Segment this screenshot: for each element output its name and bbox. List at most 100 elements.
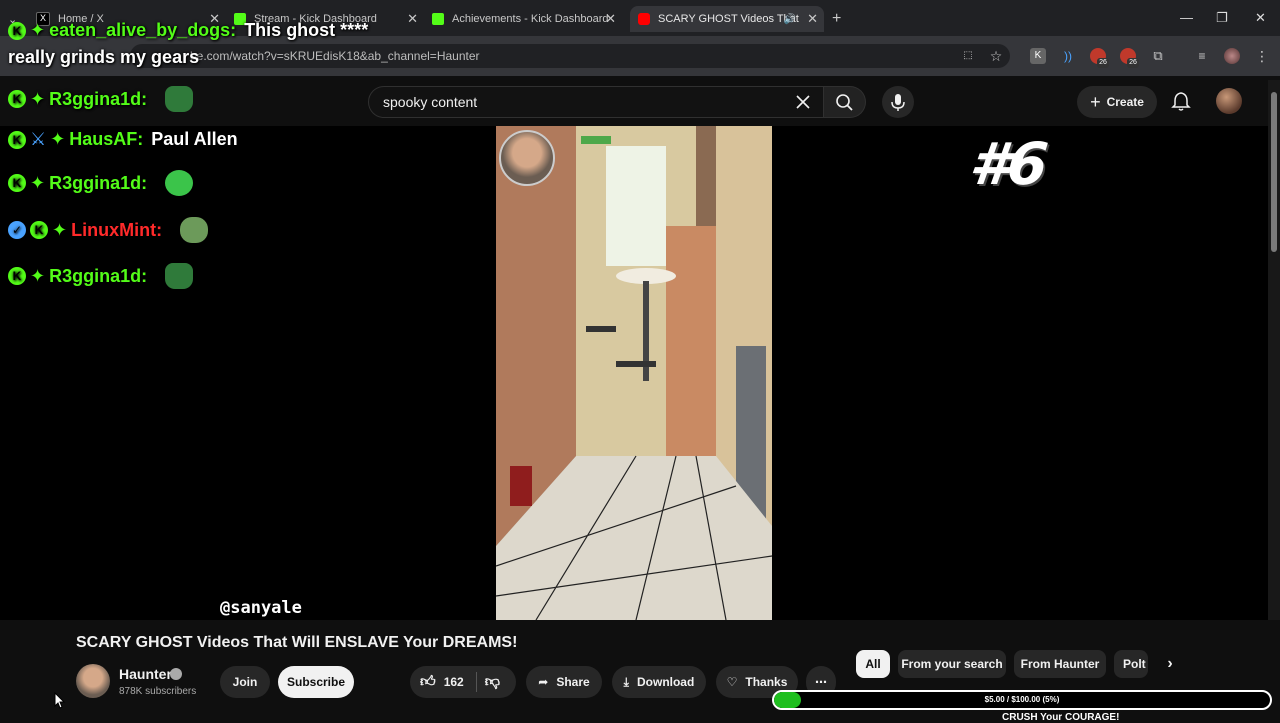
chat-username: R3ggina1d: — [49, 88, 148, 109]
url-text: be.com/watch?v=sKRUEdisK18&ab_channel=Ha… — [190, 49, 480, 63]
share-label: Share — [556, 675, 590, 689]
close-icon[interactable]: ✕ — [807, 11, 818, 27]
sword-badge-icon: ⚔ — [30, 129, 47, 149]
more-horizontal-icon: ⋯ — [815, 675, 827, 689]
video-frame[interactable] — [496, 126, 772, 620]
kick-badge-icon: K — [8, 174, 26, 192]
kick-badge-icon: K — [8, 21, 26, 40]
chat-text: Paul Allen — [151, 129, 238, 149]
chip-label: Polt — [1123, 657, 1146, 671]
kick-badge-icon: K — [30, 221, 48, 239]
bookmark-star-icon[interactable]: ☆ — [988, 48, 1004, 64]
video-channel-badge — [499, 130, 555, 186]
divider — [475, 672, 477, 692]
chat-username: R3ggina1d: — [49, 265, 148, 286]
chat-username: eaten_alive_by_dogs: — [49, 20, 237, 40]
frog-emote-icon — [165, 170, 194, 196]
chip-label: From Haunter — [1020, 657, 1100, 671]
chat-text: really grinds my gears — [8, 47, 200, 67]
notifications-bell-icon[interactable] — [1170, 90, 1192, 112]
share-button[interactable]: ➦ Share — [526, 666, 602, 698]
extension-badge-count: 26 — [1097, 58, 1109, 68]
new-tab-button[interactable]: + — [832, 6, 841, 32]
download-icon: ⤓ — [623, 674, 629, 689]
extension-audio-icon[interactable]: )) — [1060, 48, 1076, 64]
video-scene-illustration — [496, 126, 772, 620]
scrollbar-thumb[interactable] — [1271, 92, 1277, 252]
voice-search-button[interactable] — [882, 86, 914, 118]
verified-check-icon — [170, 668, 182, 680]
chip-polt[interactable]: Polt — [1114, 650, 1148, 678]
download-button[interactable]: ⤓ Download — [612, 666, 706, 698]
channel-name[interactable]: Haunter — [119, 666, 172, 682]
chat-message: K ✦ R3ggina1d: — [8, 86, 194, 112]
create-label: Create — [1106, 95, 1144, 109]
microphone-icon — [891, 94, 905, 111]
sparkle-badge-icon: ✦ — [30, 88, 46, 109]
character-emote-icon — [180, 217, 209, 243]
subscribe-label: Subscribe — [286, 675, 346, 689]
tab-scary-ghost[interactable]: SCARY GHOST Videos That 🔊 ✕ — [630, 6, 824, 32]
chat-message: K ✦ R3ggina1d: — [8, 170, 194, 196]
channel-avatar[interactable] — [76, 664, 110, 698]
reading-list-icon[interactable]: ≡ — [1194, 48, 1210, 64]
search-icon — [836, 94, 853, 111]
like-dislike-group: 👍︎ 162 👎︎ — [410, 666, 516, 698]
chip-all[interactable]: All — [856, 650, 890, 678]
chat-username: LinuxMint: — [71, 219, 163, 240]
video-watermark: @sanyale — [220, 598, 302, 618]
chips-next-button[interactable]: › — [1158, 650, 1182, 678]
kick-badge-icon: K — [8, 90, 26, 108]
chat-message: K ⚔ ✦ HausAF: Paul Allen — [8, 129, 238, 150]
search-button[interactable] — [824, 86, 866, 118]
join-button[interactable]: Join — [220, 666, 270, 698]
minimize-icon[interactable]: — — [1180, 10, 1193, 25]
verified-badge-icon: ✓ — [8, 221, 26, 239]
kebab-menu-icon[interactable]: ⋮ — [1254, 48, 1270, 64]
chip-from-haunter[interactable]: From Haunter — [1014, 650, 1106, 678]
chip-from-your-search[interactable]: From your search — [898, 650, 1006, 678]
browser-profile-icon[interactable] — [1224, 48, 1240, 64]
download-label: Download — [636, 675, 695, 689]
close-icon[interactable]: ✕ — [605, 11, 616, 27]
plus-icon: + — [1090, 91, 1101, 112]
thanks-heart-icon: ♡ — [726, 675, 738, 689]
create-button[interactable]: + Create — [1077, 86, 1157, 118]
extension-badge-count: 26 — [1127, 58, 1139, 68]
episode-number: #6 — [966, 130, 1049, 198]
ghost-emote-icon — [165, 86, 194, 112]
chevron-right-icon: › — [1167, 655, 1173, 672]
install-app-icon[interactable]: ⬚ — [960, 48, 976, 64]
sparkle-badge-icon: ✦ — [52, 219, 68, 240]
chat-text: This ghost **** — [244, 20, 369, 40]
subscriber-count: 878K subscribers — [119, 686, 197, 697]
restore-icon[interactable]: ❐ — [1216, 10, 1228, 26]
avatar[interactable] — [1216, 88, 1242, 114]
mouse-cursor-icon — [54, 692, 66, 709]
subscribe-button[interactable]: Subscribe — [278, 666, 354, 698]
sparkle-badge-icon: ✦ — [30, 265, 46, 286]
sparkle-badge-icon: ✦ — [30, 20, 46, 40]
tab-title: Achievements - Kick Dashboard — [452, 13, 609, 25]
clear-icon[interactable] — [793, 92, 813, 112]
extension-icon[interactable]: K — [1030, 48, 1046, 64]
like-icon[interactable]: 👍︎ — [420, 673, 436, 691]
chat-message-continued: really grinds my gears — [8, 47, 199, 68]
youtube-logo-icon — [638, 13, 650, 25]
window-close-icon[interactable]: ✕ — [1255, 10, 1266, 26]
close-icon[interactable]: ✕ — [407, 11, 418, 27]
address-bar[interactable]: be.com/watch?v=sKRUEdisK18&ab_channel=Ha… — [130, 44, 1010, 68]
like-count[interactable]: 162 — [444, 675, 464, 689]
chat-username: R3ggina1d: — [49, 172, 148, 193]
sparkle-badge-icon: ✦ — [50, 129, 66, 149]
speaker-icon[interactable]: 🔊 — [784, 14, 796, 25]
kick-logo-icon — [432, 13, 444, 25]
tab-achievements-kick[interactable]: Achievements - Kick Dashboard ✕ — [432, 6, 622, 32]
search-input[interactable]: spooky content — [383, 87, 477, 117]
share-icon: ➦ — [538, 675, 549, 689]
ghost-emote-icon — [165, 263, 194, 289]
search-box[interactable]: spooky content — [368, 86, 824, 118]
puzzle-icon[interactable]: ⧉ — [1150, 48, 1166, 64]
dislike-icon[interactable]: 👎︎ — [485, 673, 500, 691]
kick-badge-icon: K — [8, 267, 26, 285]
